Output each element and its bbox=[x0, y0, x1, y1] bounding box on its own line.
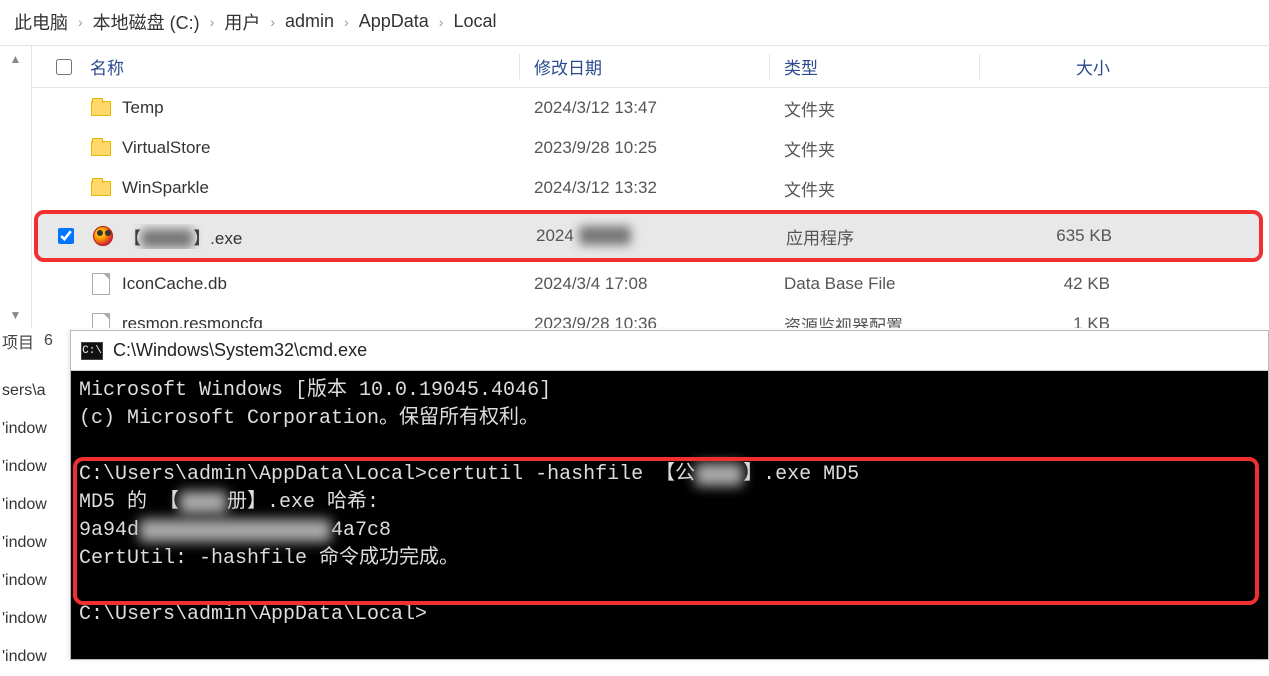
file-type: 文件夹 bbox=[770, 176, 980, 201]
chevron-right-icon: › bbox=[270, 14, 275, 30]
scroll-up-icon[interactable]: ▲ bbox=[10, 52, 22, 66]
file-name: resmon.resmoncfg bbox=[122, 314, 263, 328]
column-date[interactable]: 修改日期 bbox=[520, 54, 770, 79]
file-row[interactable]: IconCache.db 2024/3/4 17:08 Data Base Fi… bbox=[32, 264, 1269, 304]
chevron-right-icon: › bbox=[344, 14, 349, 30]
file-type: 文件夹 bbox=[770, 136, 980, 161]
file-type: 资源监视器配置 bbox=[770, 312, 980, 329]
file-row[interactable]: resmon.resmoncfg 2023/9/28 10:36 资源监视器配置… bbox=[32, 304, 1269, 328]
file-date: 2023/9/28 10:25 bbox=[520, 138, 770, 158]
scrollbar-gutter[interactable]: ▲ ▼ bbox=[0, 46, 32, 328]
folder-icon bbox=[90, 137, 112, 159]
file-icon bbox=[90, 273, 112, 295]
cmd-icon: C:\ bbox=[81, 342, 103, 360]
file-date: 2024 ████ bbox=[522, 226, 772, 246]
breadcrumb-item[interactable]: 此电脑 bbox=[14, 9, 68, 35]
breadcrumb-item[interactable]: Local bbox=[453, 11, 496, 32]
file-date: 2023/9/28 10:36 bbox=[520, 314, 770, 328]
folder-icon bbox=[90, 177, 112, 199]
chevron-right-icon: › bbox=[439, 14, 444, 30]
breadcrumb-item[interactable]: AppData bbox=[359, 11, 429, 32]
file-date: 2024/3/12 13:32 bbox=[520, 178, 770, 198]
breadcrumb-item[interactable]: 用户 bbox=[224, 9, 260, 35]
row-checkbox[interactable] bbox=[58, 228, 74, 244]
breadcrumb-item[interactable]: admin bbox=[285, 11, 334, 32]
cmd-title-text: C:\Windows\System32\cmd.exe bbox=[113, 340, 367, 361]
status-count: 6 bbox=[44, 332, 53, 350]
column-name[interactable]: 名称 bbox=[90, 54, 520, 79]
file-date: 2024/3/12 13:47 bbox=[520, 98, 770, 118]
file-name: IconCache.db bbox=[122, 274, 227, 294]
file-list[interactable]: 名称 修改日期 类型 大小 Temp 2024/3/12 13:47 文件夹 V… bbox=[32, 46, 1269, 328]
exe-icon bbox=[92, 225, 114, 247]
file-row[interactable]: WinSparkle 2024/3/12 13:32 文件夹 bbox=[32, 168, 1269, 208]
redacted-text: ████ bbox=[579, 226, 631, 245]
file-name: 【████】.exe bbox=[124, 224, 242, 249]
file-type: Data Base File bbox=[770, 274, 980, 294]
chevron-right-icon: › bbox=[210, 14, 215, 30]
scroll-down-icon[interactable]: ▼ bbox=[10, 308, 22, 322]
cmd-titlebar[interactable]: C:\ C:\Windows\System32\cmd.exe bbox=[71, 331, 1268, 371]
file-size: 635 KB bbox=[982, 226, 1142, 246]
file-type: 应用程序 bbox=[772, 224, 982, 249]
file-row[interactable]: VirtualStore 2023/9/28 10:25 文件夹 bbox=[32, 128, 1269, 168]
breadcrumb[interactable]: 此电脑 › 本地磁盘 (C:) › 用户 › admin › AppData ›… bbox=[0, 0, 1269, 46]
select-all-checkbox[interactable] bbox=[56, 59, 90, 75]
file-size: 1 KB bbox=[980, 314, 1140, 328]
cmd-output[interactable]: Microsoft Windows [版本 10.0.19045.4046] (… bbox=[71, 371, 1268, 659]
file-icon bbox=[90, 313, 112, 328]
file-date: 2024/3/4 17:08 bbox=[520, 274, 770, 294]
redacted-text: ████ bbox=[179, 491, 227, 514]
column-header-row: 名称 修改日期 类型 大小 bbox=[32, 46, 1269, 88]
redacted-text: ████ bbox=[695, 463, 743, 486]
file-row[interactable]: Temp 2024/3/12 13:47 文件夹 bbox=[32, 88, 1269, 128]
column-size[interactable]: 大小 bbox=[980, 54, 1140, 79]
file-name: WinSparkle bbox=[122, 178, 209, 198]
file-row-selected[interactable]: 【████】.exe 2024 ████ 应用程序 635 KB bbox=[34, 210, 1263, 262]
background-window-labels: sers\a 'indow 'indow 'indow 'indow 'indo… bbox=[0, 372, 70, 676]
file-type: 文件夹 bbox=[770, 96, 980, 121]
file-size: 42 KB bbox=[980, 274, 1140, 294]
file-name: VirtualStore bbox=[122, 138, 211, 158]
file-name: Temp bbox=[122, 98, 164, 118]
chevron-right-icon: › bbox=[78, 14, 83, 30]
column-type[interactable]: 类型 bbox=[770, 54, 980, 79]
breadcrumb-item[interactable]: 本地磁盘 (C:) bbox=[93, 9, 200, 35]
redacted-text: ████ bbox=[141, 229, 193, 248]
folder-icon bbox=[90, 97, 112, 119]
status-label: 项目 bbox=[2, 329, 34, 353]
redacted-text: ████████████████ bbox=[139, 519, 331, 542]
cmd-window[interactable]: C:\ C:\Windows\System32\cmd.exe Microsof… bbox=[70, 330, 1269, 660]
